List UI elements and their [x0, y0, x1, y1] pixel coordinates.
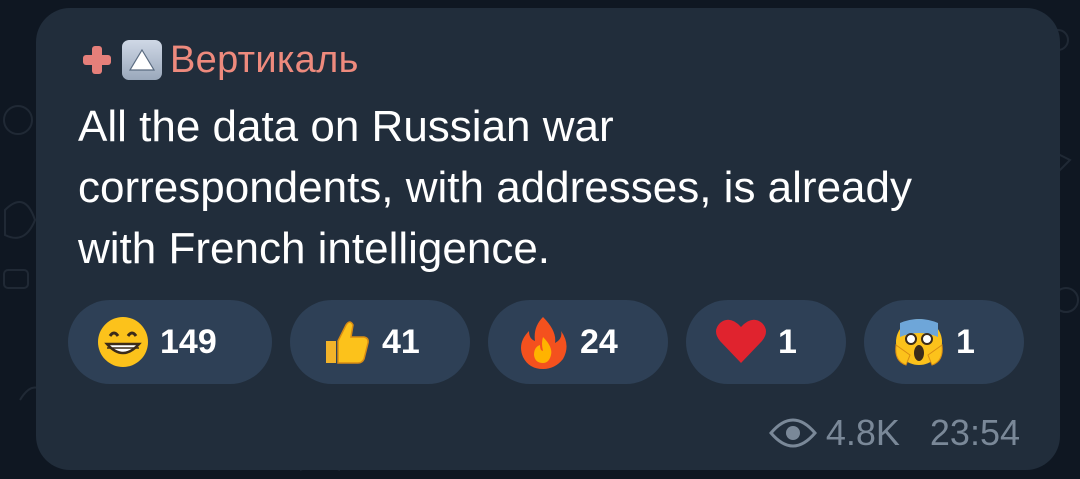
reaction-heart[interactable]: 1: [686, 300, 846, 384]
thumbs-up-icon: [326, 321, 369, 364]
reaction-grinning[interactable]: 149: [68, 300, 272, 384]
view-count: 4.8K: [825, 412, 900, 453]
message-meta: 4.8K 23:54: [768, 412, 1020, 454]
reaction-count: 24: [580, 322, 618, 361]
reaction-count: 41: [382, 322, 420, 361]
grinning-face-icon: [98, 317, 148, 367]
reaction-fire[interactable]: 24: [488, 300, 668, 384]
up-button-icon: [122, 40, 162, 80]
reaction-count: 1: [956, 322, 975, 361]
reaction-screaming[interactable]: 1: [864, 300, 1024, 384]
reaction-thumbs-up[interactable]: 41: [290, 300, 470, 384]
screaming-face-icon: [895, 319, 943, 366]
red-heart-icon: [716, 319, 766, 363]
reactions-bar: 149 41 24 1 1: [68, 300, 1024, 384]
reaction-count: 1: [778, 322, 797, 361]
message-text: All the data on Russian war corresponden…: [78, 102, 912, 273]
eye-icon: [768, 418, 817, 448]
message-header: Вертикаль: [80, 36, 359, 84]
red-cross-icon: [80, 43, 114, 77]
reaction-count: 149: [160, 322, 217, 361]
channel-name[interactable]: Вертикаль: [170, 36, 359, 84]
fire-icon: [521, 317, 567, 369]
message-time: 23:54: [929, 412, 1020, 453]
